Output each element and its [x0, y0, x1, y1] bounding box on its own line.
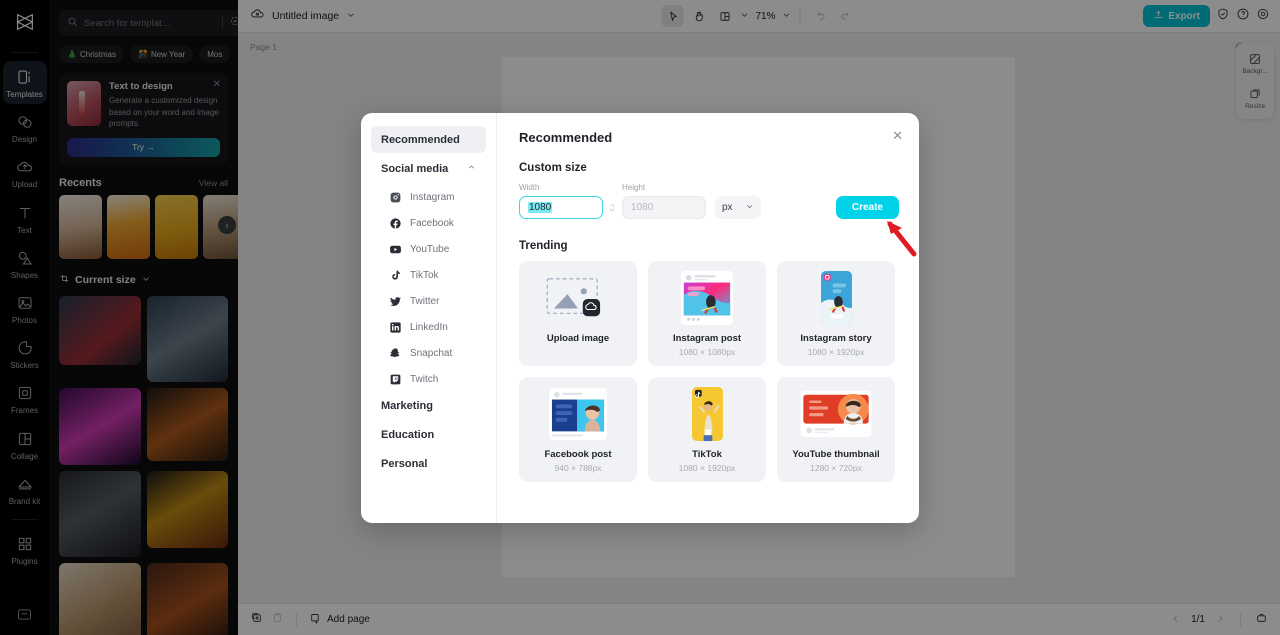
modal-nav-label: Snapchat — [410, 347, 453, 359]
modal-nav-recommended[interactable]: Recommended — [371, 126, 486, 153]
modal-nav-label: Instagram — [410, 191, 455, 203]
trending-card-youtube-thumbnail[interactable]: YouTube thumbnail 1280 × 720px — [777, 377, 895, 482]
trending-card-dims: 1080 × 1920px — [678, 463, 736, 473]
modal-nav-label: Twitter — [410, 295, 440, 307]
modal-nav-personal[interactable]: Personal — [371, 450, 486, 477]
modal-nav-label: Recommended — [381, 133, 460, 146]
trending-card-tiktok[interactable]: TikTok 1080 × 1920px — [648, 377, 766, 482]
modal-nav-label: Personal — [381, 457, 428, 470]
unit-select[interactable]: px — [715, 196, 761, 219]
modal-nav-label: Marketing — [381, 399, 433, 412]
trending-card-instagram-post[interactable]: Instagram post 1080 × 1080px — [648, 261, 766, 366]
height-input[interactable]: 1080 — [622, 196, 706, 219]
trending-card-facebook-post[interactable]: Facebook post 940 × 788px — [519, 377, 637, 482]
modal-nav-twitch[interactable]: Twitch — [371, 366, 486, 392]
custom-size-fields: Width 1080 Height 1080 px Create — [519, 183, 899, 219]
facebook-post-preview — [548, 386, 608, 442]
instagram-icon — [389, 191, 402, 204]
modal-nav-instagram[interactable]: Instagram — [371, 184, 486, 210]
create-button[interactable]: Create — [835, 196, 899, 219]
trending-card-upload-image[interactable]: Upload image — [519, 261, 637, 366]
modal-nav-label: YouTube — [410, 243, 450, 255]
modal-nav-label: Twitch — [410, 373, 439, 385]
youtube-thumbnail-preview — [799, 386, 873, 442]
modal-nav-tiktok[interactable]: TikTok — [371, 262, 486, 288]
trending-card-name: YouTube thumbnail — [792, 449, 880, 460]
height-label: Height — [622, 183, 646, 192]
modal-nav-education[interactable]: Education — [371, 421, 486, 448]
snapchat-icon — [389, 347, 402, 360]
modal-nav-label: Social media — [381, 162, 449, 175]
facebook-icon — [389, 217, 402, 230]
link-aspect-icon[interactable] — [608, 201, 617, 216]
custom-size-heading: Custom size — [519, 162, 587, 174]
modal-nav-facebook[interactable]: Facebook — [371, 210, 486, 236]
unit-value: px — [722, 202, 733, 213]
height-value: 1080 — [631, 202, 654, 213]
modal-nav-snapchat[interactable]: Snapchat — [371, 340, 486, 366]
chevron-down-icon — [745, 202, 754, 214]
trending-card-name: Instagram post — [672, 333, 742, 344]
modal-nav-social-media[interactable]: Social media — [371, 155, 486, 182]
modal-nav: Recommended Social media Instagram Faceb… — [361, 113, 496, 523]
twitter-icon — [389, 295, 402, 308]
modal-nav-label: Facebook — [410, 217, 454, 229]
modal-nav-twitter[interactable]: Twitter — [371, 288, 486, 314]
upload-image-placeholder — [544, 270, 612, 326]
linkedin-icon — [389, 321, 402, 334]
modal-nav-marketing[interactable]: Marketing — [371, 392, 486, 419]
instagram-post-preview — [678, 270, 736, 326]
width-label: Width — [519, 183, 540, 192]
trending-card-dims: 1080 × 1080px — [678, 347, 736, 357]
trending-card-name: Upload image — [546, 333, 610, 344]
close-icon[interactable]: ✕ — [892, 129, 903, 142]
trending-card-name: TikTok — [692, 449, 722, 460]
trending-card-dims: 1280 × 720px — [810, 463, 862, 473]
trending-card-name: Facebook post — [544, 449, 612, 460]
twitch-icon — [389, 373, 402, 386]
trending-grid: Upload image Instagram post 1080 × 1080p… — [519, 261, 899, 482]
modal-nav-label: LinkedIn — [410, 321, 448, 333]
modal-nav-youtube[interactable]: YouTube — [371, 236, 486, 262]
tiktok-preview — [691, 386, 724, 442]
width-input[interactable]: 1080 — [519, 196, 603, 219]
annotation-arrow-icon — [887, 221, 917, 257]
trending-card-dims: 1080 × 1920px — [807, 347, 865, 357]
instagram-story-preview — [820, 270, 853, 326]
width-field-group: Width 1080 — [519, 183, 603, 219]
trending-card-dims: 940 × 788px — [554, 463, 602, 473]
chevron-up-icon — [467, 163, 476, 175]
trending-card-instagram-story[interactable]: Instagram story 1080 × 1920px — [777, 261, 895, 366]
size-picker-modal: Recommended Social media Instagram Faceb… — [361, 113, 919, 523]
youtube-icon — [389, 243, 402, 256]
modal-title: Recommended — [519, 130, 613, 145]
trending-heading: Trending — [519, 240, 568, 252]
height-field-group: Height 1080 — [622, 183, 706, 219]
modal-nav-label: TikTok — [410, 269, 439, 281]
modal-nav-linkedin[interactable]: LinkedIn — [371, 314, 486, 340]
modal-nav-label: Education — [381, 428, 435, 441]
trending-card-name: Instagram story — [800, 333, 872, 344]
tiktok-icon — [389, 269, 402, 282]
width-value: 1080 — [528, 202, 553, 213]
modal-body: Recommended ✕ Custom size Width 1080 Hei… — [496, 113, 919, 523]
